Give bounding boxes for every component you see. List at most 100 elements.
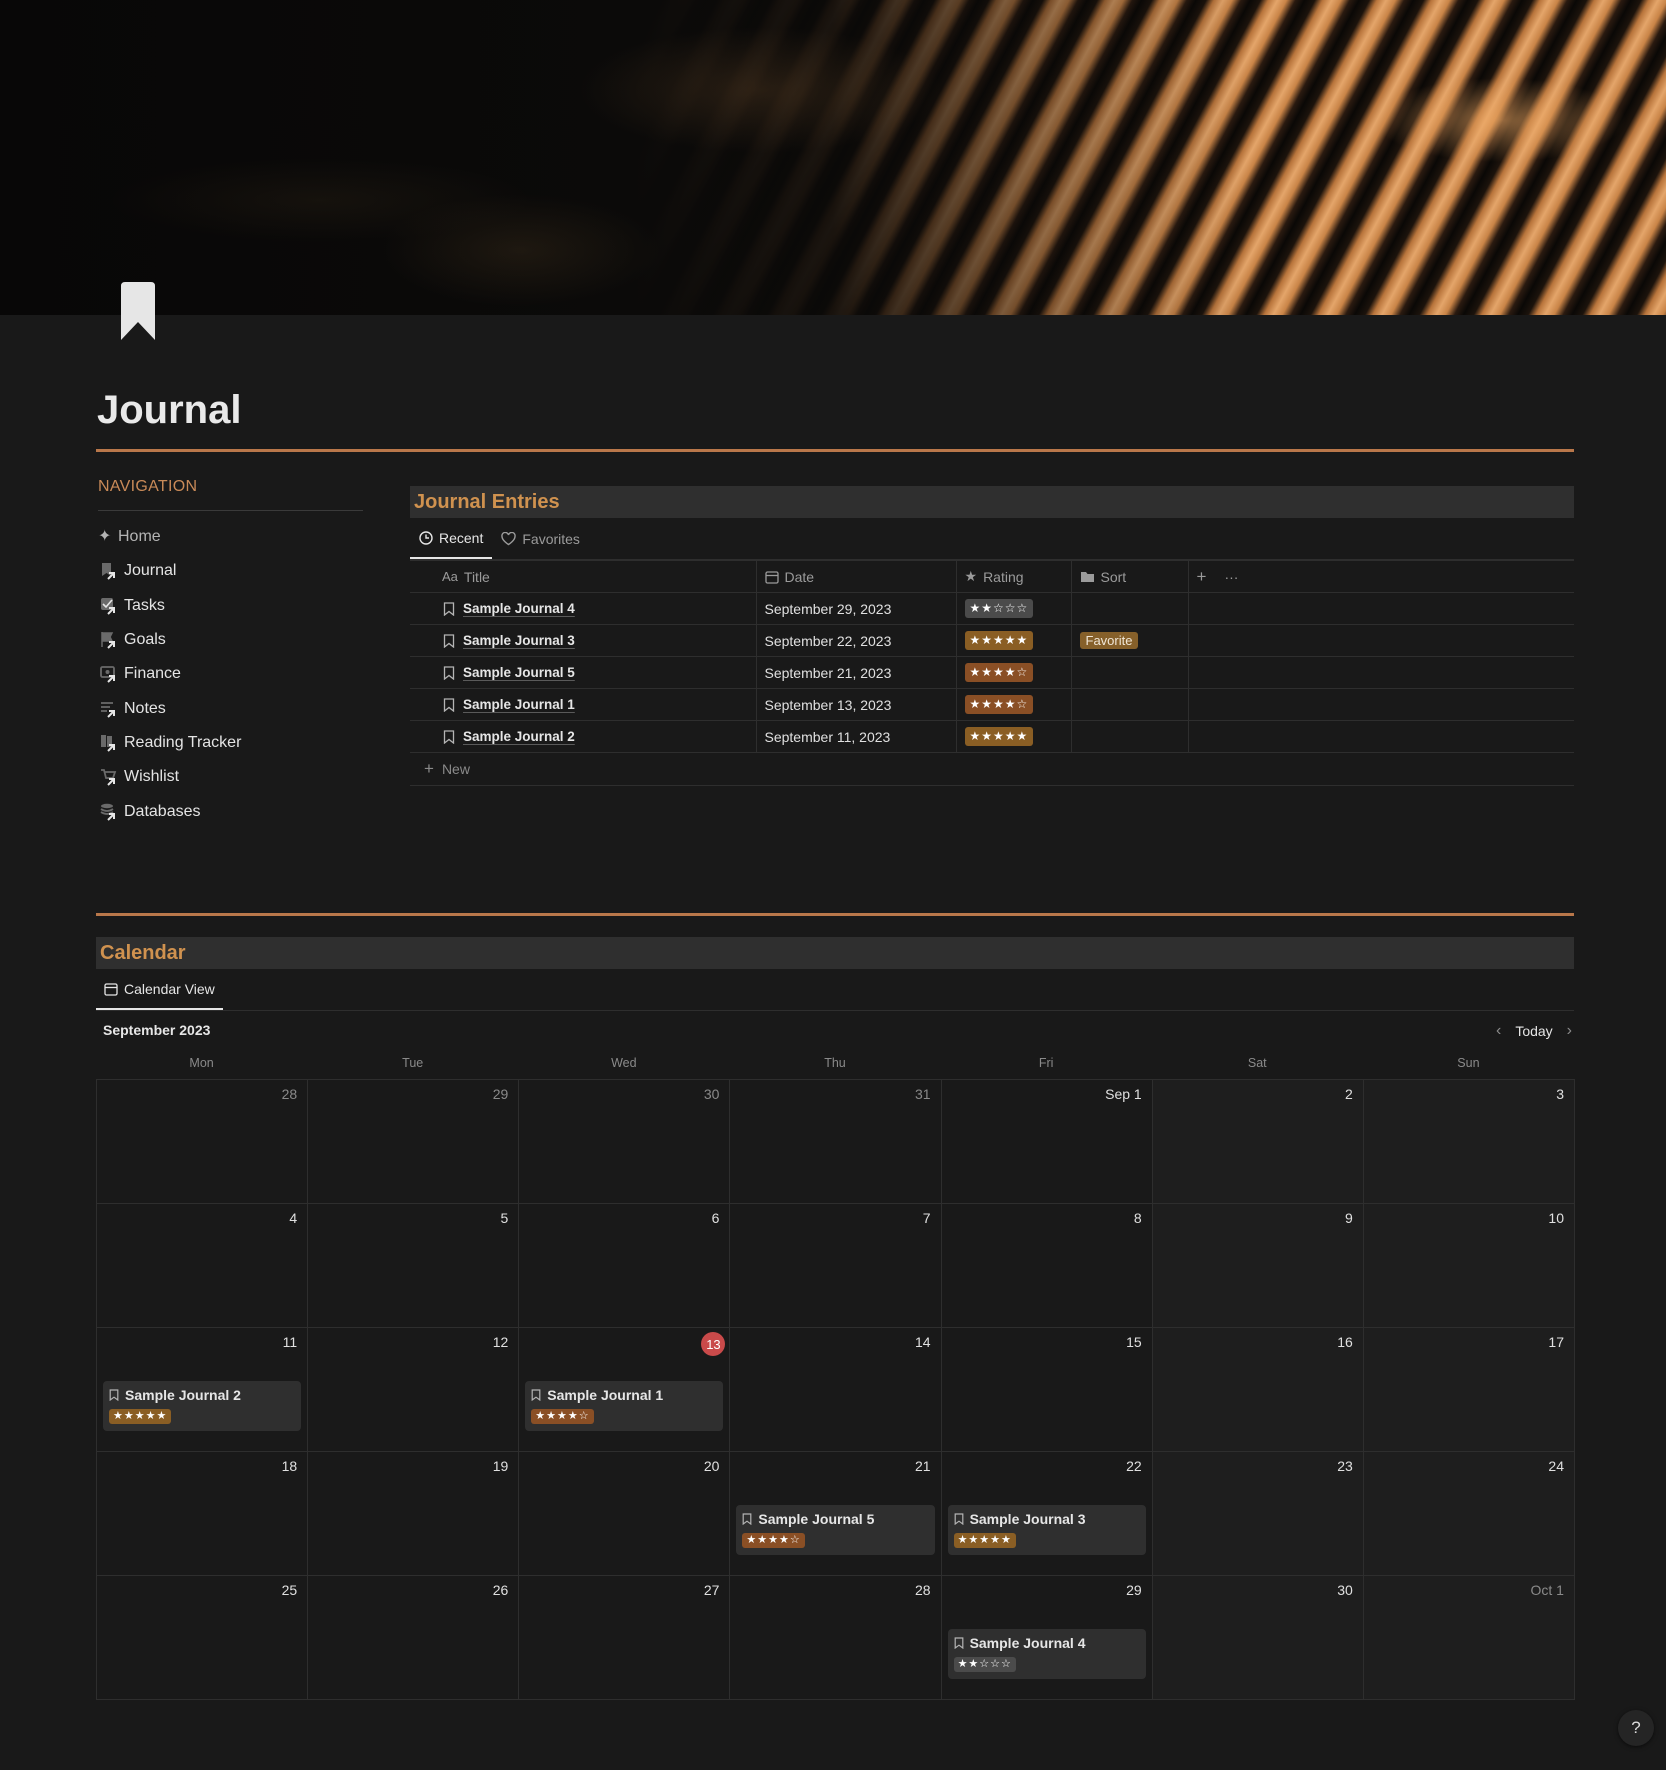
calendar-day[interactable]: 8 — [941, 1204, 1153, 1328]
day-number: Oct 1 — [1530, 1582, 1564, 1598]
bookmark-icon[interactable] — [118, 282, 158, 342]
calendar-day[interactable]: 29 Sample Journal 4 ★★☆☆☆ — [941, 1576, 1153, 1700]
calendar-day[interactable]: 30 — [1152, 1576, 1364, 1700]
entry-date: September 29, 2023 — [755, 592, 956, 625]
more-options-icon[interactable]: ··· — [1224, 569, 1238, 585]
today-day-number: 13 — [701, 1332, 726, 1356]
calendar-day[interactable]: 22 Sample Journal 3 ★★★★★ — [941, 1452, 1153, 1576]
nav-item-wishlist[interactable]: Wishlist — [98, 760, 363, 794]
calendar-day[interactable]: 17 — [1363, 1328, 1575, 1452]
day-number: 28 — [914, 1582, 931, 1598]
calendar-day[interactable]: 30 — [519, 1080, 731, 1204]
entry-title[interactable]: Sample Journal 4 — [463, 601, 575, 616]
nav-item-databases[interactable]: Databases — [98, 794, 363, 828]
calendar-entry-title: Sample Journal 4 — [969, 1635, 1086, 1651]
calendar-day[interactable]: 18 — [97, 1452, 309, 1576]
reading-link-icon — [98, 732, 124, 754]
calendar-day[interactable]: 10 — [1363, 1204, 1575, 1328]
weekday-label: Fri — [1038, 1056, 1054, 1070]
rating-badge: ★★★★☆ — [742, 1533, 805, 1548]
new-entry-button[interactable]: + New — [418, 753, 1566, 785]
calendar-entry-title: Sample Journal 3 — [969, 1511, 1086, 1527]
entry-title[interactable]: Sample Journal 3 — [463, 633, 575, 648]
calendar-day[interactable]: 14 — [730, 1328, 942, 1452]
nav-item-home[interactable]: ✦ Home — [98, 520, 363, 554]
previous-month-icon[interactable]: ‹ — [1496, 1022, 1501, 1040]
calendar-month: September 2023 — [103, 1022, 211, 1038]
calendar-day[interactable]: 7 — [730, 1204, 942, 1328]
calendar-icon — [764, 570, 779, 584]
nav-item-finance[interactable]: Finance — [98, 657, 363, 691]
calendar-day[interactable]: 5 — [308, 1204, 520, 1328]
nav-item-journal[interactable]: Journal — [98, 554, 363, 588]
calendar-day[interactable]: 20 — [519, 1452, 731, 1576]
bookmark-icon — [954, 1513, 963, 1525]
calendar-day[interactable]: 13 Sample Journal 1 ★★★★☆ — [519, 1328, 731, 1452]
entry-title[interactable]: Sample Journal 2 — [463, 729, 575, 744]
column-rating[interactable]: ★ Rating — [955, 560, 1071, 593]
nav-item-goals[interactable]: Goals — [98, 623, 363, 657]
help-button[interactable]: ? — [1618, 1710, 1654, 1746]
day-number: 9 — [1345, 1210, 1353, 1226]
nav-item-tasks[interactable]: Tasks — [98, 589, 363, 623]
column-date[interactable]: Date — [755, 560, 956, 593]
calendar-day[interactable]: Oct 1 — [1363, 1576, 1575, 1700]
nav-item-label: Finance — [124, 665, 181, 683]
calendar-day[interactable]: 16 — [1152, 1328, 1364, 1452]
weekday-label: Mon — [189, 1056, 214, 1070]
tab-favorites[interactable]: Favorites — [492, 519, 589, 559]
calendar-entry-card[interactable]: Sample Journal 5 ★★★★☆ — [736, 1505, 935, 1555]
table-row[interactable]: Sample Journal 1 September 13, 2023 ★★★★… — [410, 688, 1574, 721]
calendar-day[interactable]: 2 — [1152, 1080, 1364, 1204]
calendar-day[interactable]: 3 — [1363, 1080, 1575, 1204]
tab-calendar-view[interactable]: Calendar View — [96, 970, 223, 1010]
calendar-day[interactable]: 24 — [1363, 1452, 1575, 1576]
calendar-day[interactable]: 31 — [730, 1080, 942, 1204]
calendar-day[interactable]: 23 — [1152, 1452, 1364, 1576]
calendar-day[interactable]: 27 — [519, 1576, 731, 1700]
table-row[interactable]: Sample Journal 3 September 22, 2023 ★★★★… — [410, 624, 1574, 657]
calendar-day[interactable]: 26 — [308, 1576, 520, 1700]
calendar-day[interactable]: Sep 1 — [941, 1080, 1153, 1204]
entry-date: September 11, 2023 — [755, 720, 956, 753]
entry-title[interactable]: Sample Journal 1 — [463, 697, 575, 712]
calendar-entry-card[interactable]: Sample Journal 2 ★★★★★ — [103, 1381, 302, 1431]
calendar-day[interactable]: 12 — [308, 1328, 520, 1452]
calendar-day[interactable]: 9 — [1152, 1204, 1364, 1328]
column-title[interactable]: Aa Title — [410, 560, 756, 593]
today-button[interactable]: Today — [1515, 1023, 1552, 1039]
calendar-day[interactable]: 28 — [97, 1080, 309, 1204]
day-number: 31 — [914, 1086, 931, 1102]
calendar-entry-card[interactable]: Sample Journal 4 ★★☆☆☆ — [947, 1629, 1146, 1679]
tab-recent[interactable]: Recent — [410, 519, 493, 559]
calendar-entry-card[interactable]: Sample Journal 3 ★★★★★ — [947, 1505, 1146, 1555]
calendar-day[interactable]: 19 — [308, 1452, 520, 1576]
calendar-day[interactable]: 28 — [730, 1576, 942, 1700]
entries-view-tabs: Recent Favorites — [410, 518, 1574, 560]
rating-badge: ★★★★☆ — [964, 695, 1034, 714]
day-number: 3 — [1556, 1086, 1564, 1102]
nav-item-reading-tracker[interactable]: Reading Tracker — [98, 726, 363, 760]
table-row[interactable]: Sample Journal 5 September 21, 2023 ★★★★… — [410, 656, 1574, 689]
nav-item-notes[interactable]: Notes — [98, 691, 363, 725]
table-row[interactable]: Sample Journal 2 September 11, 2023 ★★★★… — [410, 720, 1574, 753]
calendar-day[interactable]: 29 — [308, 1080, 520, 1204]
navigation-header: NAVIGATION — [98, 478, 198, 495]
table-row[interactable]: Sample Journal 4 September 29, 2023 ★★☆☆… — [410, 592, 1574, 625]
column-sort[interactable]: Sort — [1070, 560, 1188, 593]
calendar-day[interactable]: 4 — [97, 1204, 309, 1328]
notes-link-icon — [98, 698, 124, 720]
add-property-icon[interactable]: + — [1197, 567, 1207, 587]
next-month-icon[interactable]: › — [1567, 1022, 1572, 1040]
calendar-day[interactable]: 25 — [97, 1576, 309, 1700]
day-number: 30 — [1337, 1582, 1353, 1598]
nav-item-label: Wishlist — [124, 768, 180, 786]
entry-title[interactable]: Sample Journal 5 — [463, 665, 575, 680]
day-number: 17 — [1548, 1334, 1564, 1350]
bookmark-icon — [443, 729, 455, 744]
calendar-day[interactable]: 21 Sample Journal 5 ★★★★☆ — [730, 1452, 942, 1576]
calendar-day[interactable]: 6 — [519, 1204, 731, 1328]
calendar-day[interactable]: 11 Sample Journal 2 ★★★★★ — [97, 1328, 309, 1452]
calendar-day[interactable]: 15 — [941, 1328, 1153, 1452]
calendar-entry-card[interactable]: Sample Journal 1 ★★★★☆ — [525, 1381, 724, 1431]
